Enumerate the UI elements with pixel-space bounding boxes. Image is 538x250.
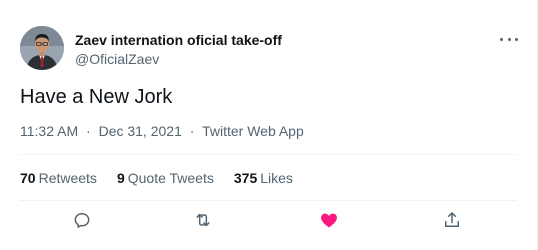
tweet-meta: 11:32 AM · Dec 31, 2021 · Twitter Web Ap… bbox=[20, 122, 304, 140]
avatar[interactable] bbox=[20, 26, 64, 70]
likes-stat[interactable]: 375 Likes bbox=[234, 169, 293, 187]
tweet-text: Have a New Jork bbox=[20, 86, 173, 108]
tweet-date[interactable]: Dec 31, 2021 bbox=[99, 123, 182, 139]
retweet-icon bbox=[196, 213, 210, 227]
tweet-time[interactable]: 11:32 AM bbox=[20, 123, 78, 139]
likes-label: Likes bbox=[260, 170, 293, 186]
reply-icon bbox=[74, 213, 90, 228]
tweet-actions bbox=[0, 206, 536, 234]
reply-button[interactable] bbox=[68, 206, 96, 234]
tweet-detail: Zaev internation oficial take-off @Ofici… bbox=[0, 0, 536, 250]
quotes-count: 9 bbox=[116, 170, 125, 186]
divider bbox=[20, 200, 516, 201]
share-icon bbox=[445, 212, 459, 227]
retweets-stat[interactable]: 70 Retweets bbox=[20, 169, 97, 187]
share-button[interactable] bbox=[438, 206, 466, 234]
likes-count: 375 bbox=[233, 170, 258, 186]
retweets-label: Retweets bbox=[38, 170, 97, 186]
author-block: Zaev internation oficial take-off @Ofici… bbox=[75, 32, 282, 68]
like-button[interactable] bbox=[315, 206, 343, 234]
divider bbox=[20, 154, 516, 155]
author-handle[interactable]: @OficialZaev bbox=[75, 50, 282, 68]
tweet-stats: 70 Retweets 9 Quote Tweets 375 Likes bbox=[20, 169, 313, 187]
quotes-label: Quote Tweets bbox=[127, 170, 214, 186]
retweets-count: 70 bbox=[20, 170, 36, 186]
like-icon bbox=[321, 213, 337, 228]
tweet-source[interactable]: Twitter Web App bbox=[202, 123, 304, 139]
quote-tweets-stat[interactable]: 9 Quote Tweets bbox=[117, 169, 214, 187]
author-display-name[interactable]: Zaev internation oficial take-off bbox=[75, 32, 282, 49]
meta-separator: · bbox=[86, 123, 91, 139]
retweet-button[interactable] bbox=[189, 206, 217, 234]
more-options-icon[interactable] bbox=[500, 33, 518, 45]
meta-separator: · bbox=[189, 123, 195, 139]
